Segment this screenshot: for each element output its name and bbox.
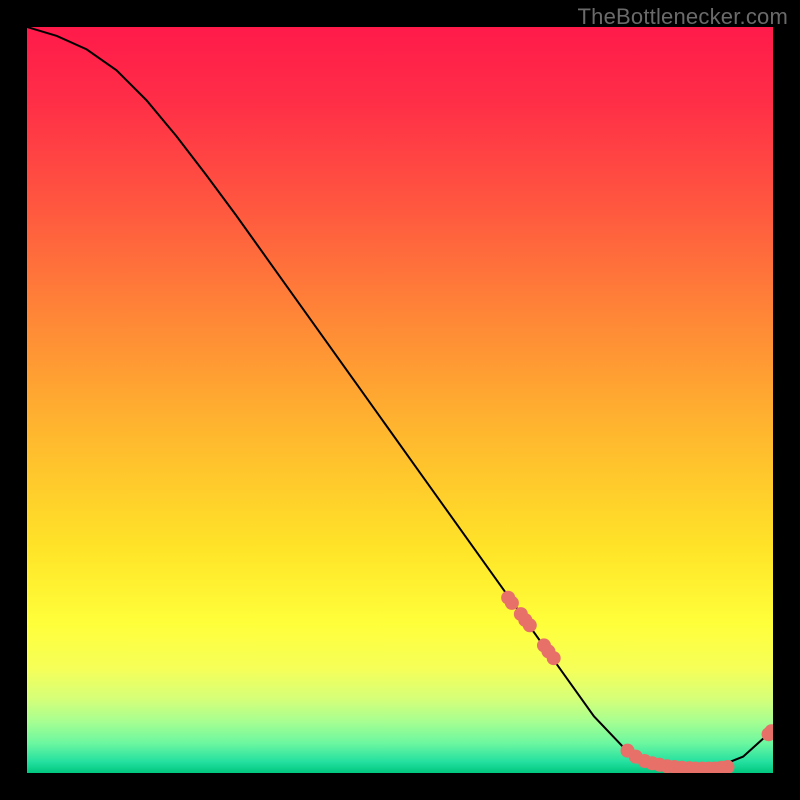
watermark-text: TheBottlenecker.com <box>578 4 788 30</box>
chart-background <box>27 27 773 773</box>
data-point <box>505 596 519 610</box>
data-point <box>547 651 561 665</box>
chart-plot-area <box>27 27 773 773</box>
chart-svg <box>27 27 773 773</box>
data-point <box>523 618 537 632</box>
